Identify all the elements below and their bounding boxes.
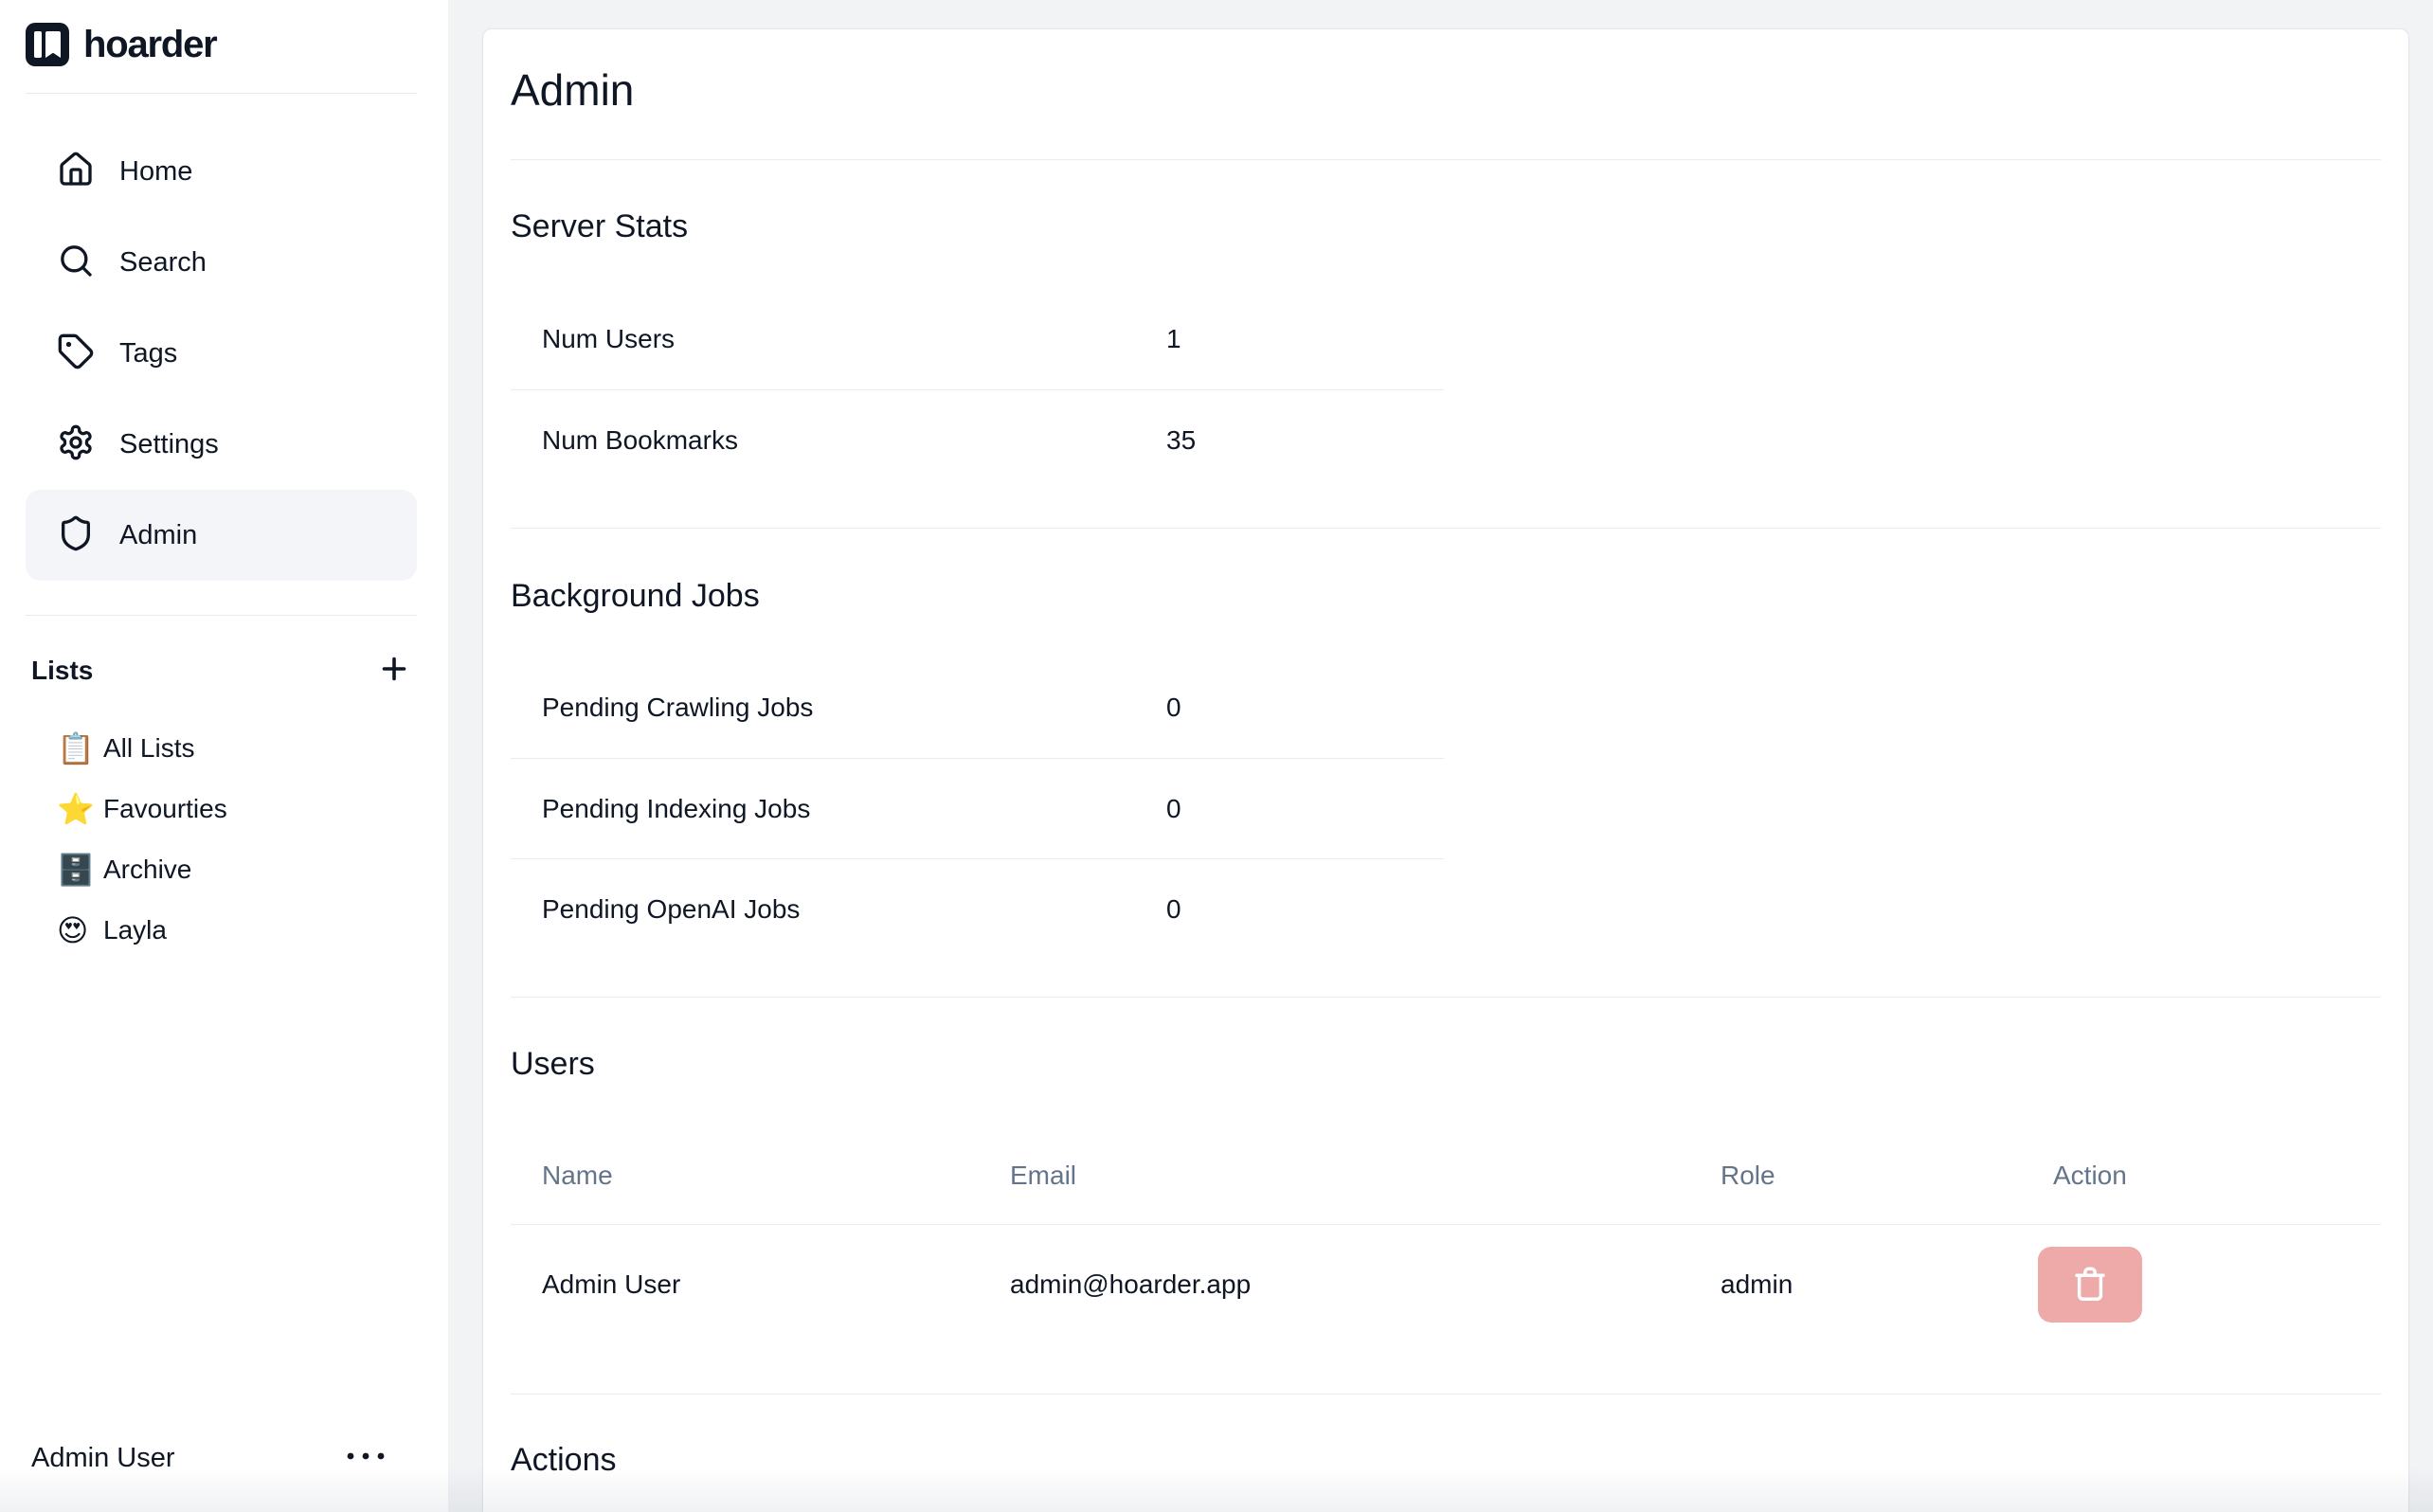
admin-card: Admin Server Stats Num Users 1 Num Bookm…	[482, 28, 2409, 1512]
job-label: Pending Indexing Jobs	[511, 794, 810, 824]
job-label: Pending Crawling Jobs	[511, 693, 813, 723]
sidebar-item-label: Tags	[119, 338, 177, 369]
sidebar-footer: Admin User	[26, 1427, 417, 1489]
user-role-cell: admin	[1689, 1269, 2022, 1300]
sidebar-item-admin[interactable]: Admin	[26, 490, 417, 581]
divider	[511, 997, 2381, 998]
heart-eyes-icon: 😍	[57, 915, 95, 945]
server-stats-heading: Server Stats	[511, 207, 2381, 245]
column-header-email: Email	[979, 1161, 1689, 1191]
lists: 📋 All Lists ⭐ Favourties 🗄️ Archive 😍 La…	[26, 718, 417, 961]
table-row: Num Users 1	[511, 289, 1444, 389]
divider	[511, 528, 2381, 529]
sidebar: hoarder Home Search Tags Settings Admin …	[0, 0, 448, 1512]
sidebar-nav: Home Search Tags Settings Admin	[26, 126, 417, 581]
stat-label: Num Bookmarks	[511, 425, 738, 456]
list-item-label: Archive	[103, 855, 191, 885]
users-table: Name Email Role Action Admin User admin@…	[511, 1127, 2381, 1344]
column-header-action: Action	[2022, 1161, 2381, 1191]
star-icon: ⭐	[57, 794, 95, 824]
table-row: Pending Crawling Jobs 0	[511, 657, 1444, 758]
column-header-name: Name	[511, 1161, 979, 1191]
users-heading: Users	[511, 1045, 2381, 1083]
list-item-favourties[interactable]: ⭐ Favourties	[26, 779, 417, 839]
sidebar-item-label: Home	[119, 156, 192, 188]
user-name-cell: Admin User	[511, 1269, 979, 1300]
trash-icon	[2070, 1264, 2110, 1306]
shield-icon	[57, 514, 95, 557]
job-value: 0	[1166, 794, 1181, 824]
list-item-label: Layla	[103, 915, 167, 945]
clipboard-icon: 📋	[57, 733, 95, 764]
users-table-header: Name Email Role Action	[511, 1127, 2381, 1225]
table-row: Num Bookmarks 35	[511, 389, 1444, 490]
stat-value: 35	[1166, 425, 1196, 456]
sidebar-item-settings[interactable]: Settings	[26, 399, 417, 490]
sidebar-item-search[interactable]: Search	[26, 217, 417, 308]
sidebar-divider-lists	[26, 615, 417, 616]
tag-icon	[57, 333, 95, 375]
search-icon	[57, 242, 95, 284]
bookmark-logo-icon	[26, 23, 69, 66]
column-header-role: Role	[1689, 1161, 2022, 1191]
current-user-name: Admin User	[26, 1443, 175, 1474]
sidebar-item-label: Admin	[119, 520, 197, 551]
add-list-button[interactable]	[373, 650, 415, 692]
sidebar-item-home[interactable]: Home	[26, 126, 417, 217]
list-item-all-lists[interactable]: 📋 All Lists	[26, 718, 417, 779]
actions-heading: Actions	[511, 1441, 2381, 1479]
table-row: Pending OpenAI Jobs 0	[511, 858, 1444, 959]
file-cabinet-icon: 🗄️	[57, 855, 95, 885]
delete-user-button[interactable]	[2038, 1247, 2142, 1323]
lists-title: Lists	[31, 656, 93, 686]
plus-icon	[377, 652, 411, 691]
job-label: Pending OpenAI Jobs	[511, 894, 800, 925]
sidebar-item-tags[interactable]: Tags	[26, 308, 417, 399]
brand-name: hoarder	[83, 24, 217, 66]
ellipsis-icon	[347, 1449, 385, 1467]
background-jobs-heading: Background Jobs	[511, 577, 2381, 615]
user-email-cell: admin@hoarder.app	[979, 1269, 1689, 1300]
table-row: Pending Indexing Jobs 0	[511, 758, 1444, 858]
sidebar-item-label: Search	[119, 247, 207, 279]
home-icon	[57, 151, 95, 193]
sidebar-divider-top	[26, 93, 417, 94]
divider	[511, 1394, 2381, 1395]
user-action-cell	[2022, 1247, 2381, 1323]
list-item-label: Favourties	[103, 794, 227, 824]
server-stats-table: Num Users 1 Num Bookmarks 35	[511, 289, 1444, 490]
sidebar-item-label: Settings	[119, 429, 219, 460]
stat-label: Num Users	[511, 324, 675, 354]
stat-value: 1	[1166, 324, 1181, 354]
gear-icon	[57, 423, 95, 466]
list-item-label: All Lists	[103, 733, 194, 764]
user-menu-button[interactable]	[337, 1434, 394, 1482]
brand-logo[interactable]: hoarder	[26, 21, 417, 68]
job-value: 0	[1166, 693, 1181, 723]
main-area: Admin Server Stats Num Users 1 Num Bookm…	[448, 0, 2433, 1512]
page-title: Admin	[511, 63, 2381, 117]
list-item-archive[interactable]: 🗄️ Archive	[26, 839, 417, 900]
divider	[511, 159, 2381, 160]
table-row: Admin User admin@hoarder.app admin	[511, 1225, 2381, 1344]
background-jobs-table: Pending Crawling Jobs 0 Pending Indexing…	[511, 657, 1444, 959]
lists-header: Lists	[26, 648, 417, 693]
job-value: 0	[1166, 894, 1181, 925]
list-item-layla[interactable]: 😍 Layla	[26, 900, 417, 961]
